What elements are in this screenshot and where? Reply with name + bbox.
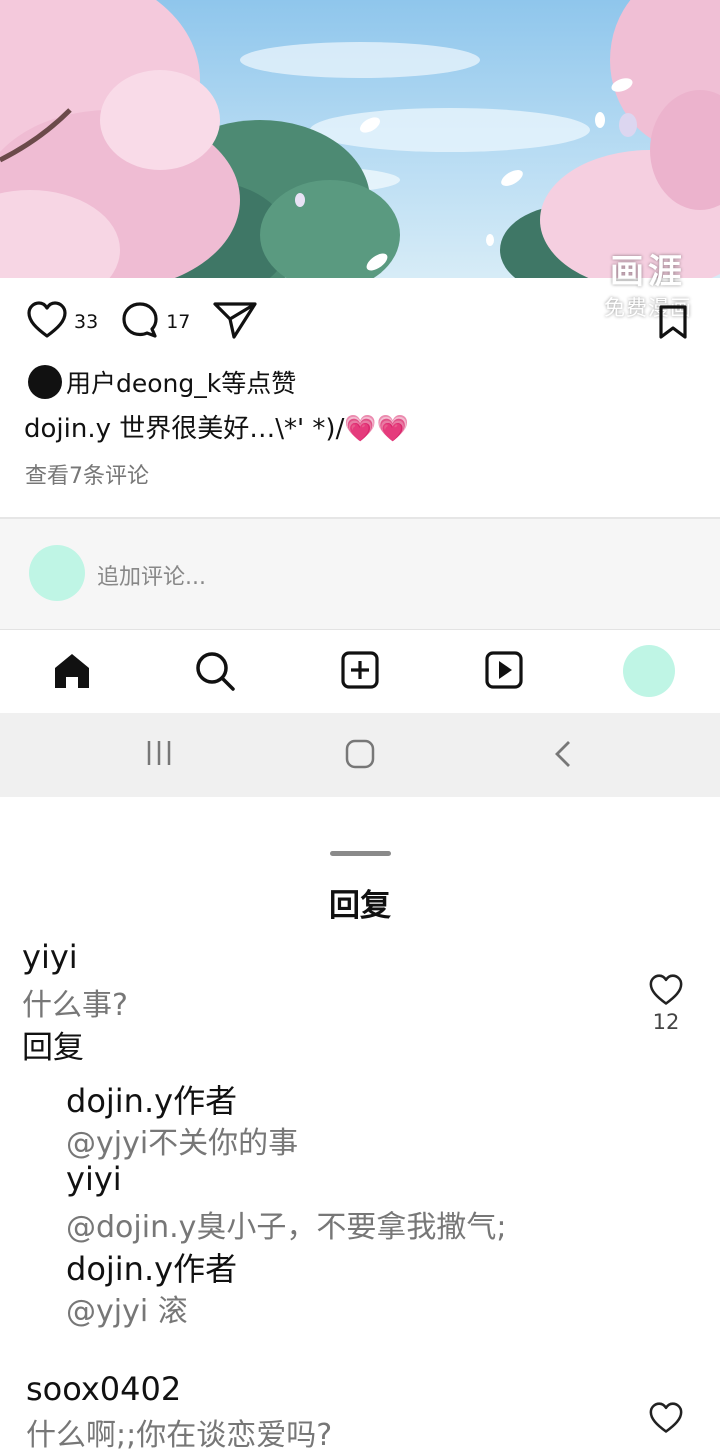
- sheet-title: 回复: [329, 888, 391, 924]
- comment-count: 17: [166, 311, 191, 333]
- comment-group: 17: [120, 300, 190, 344]
- comment-like: [636, 1402, 696, 1438]
- reply-text: @yjyi 滚: [66, 1294, 188, 1329]
- heart-icon[interactable]: [648, 1402, 684, 1438]
- comment-input-bar[interactable]: 追加评论...: [0, 519, 720, 629]
- comment-like: 12: [636, 974, 696, 1034]
- watermark-logo: 画涯: [610, 252, 686, 292]
- back-icon[interactable]: [553, 739, 573, 773]
- bookmark-icon[interactable]: [656, 304, 690, 344]
- post-image[interactable]: [0, 0, 720, 278]
- like-count: 33: [74, 311, 99, 333]
- reply-text: @dojin.y臭小子，不要拿我撒气;: [66, 1210, 507, 1245]
- comment-text: 什么事?: [22, 988, 128, 1023]
- recent-apps-icon[interactable]: [145, 739, 173, 771]
- system-navigation-bar: [0, 713, 720, 797]
- reply-username[interactable]: dojin.y作者: [66, 1076, 237, 1122]
- add-post-icon[interactable]: [340, 650, 380, 694]
- sheet-drag-handle[interactable]: [330, 851, 391, 856]
- reply-text: @yjyi不关你的事: [66, 1126, 299, 1161]
- reply-username[interactable]: dojin.y作者: [66, 1244, 237, 1290]
- comment-username[interactable]: yiyi: [22, 938, 78, 976]
- post-actions: 33 17: [26, 298, 280, 346]
- share-group: [212, 300, 258, 344]
- search-icon[interactable]: [194, 650, 236, 696]
- liker-avatar: [28, 365, 62, 399]
- like-group: 33: [26, 301, 98, 343]
- reels-icon[interactable]: [484, 650, 524, 694]
- avatar: [29, 545, 85, 601]
- home-button-icon[interactable]: [345, 739, 375, 773]
- heart-icon[interactable]: [26, 301, 68, 343]
- caption-hearts: 💗💗: [344, 414, 410, 444]
- post-caption: dojin.y 世界很美好…\*' *)/💗💗: [24, 408, 409, 445]
- profile-avatar[interactable]: [623, 645, 675, 697]
- view-comments-link[interactable]: 查看7条评论: [25, 458, 149, 490]
- liked-by-line[interactable]: 用户deong_k等点赞: [28, 364, 296, 400]
- cherry-blossom-illustration: [0, 0, 720, 278]
- heart-icon[interactable]: [648, 974, 684, 1010]
- comment-text: 什么啊;;你在谈恋爱吗?: [26, 1418, 333, 1453]
- comment-like-count: 12: [652, 1010, 680, 1034]
- liked-by-text: 用户deong_k等点赞: [66, 369, 297, 398]
- comment-input[interactable]: 追加评论...: [97, 559, 206, 591]
- comment-icon[interactable]: [120, 300, 160, 344]
- reply-username[interactable]: yiyi: [66, 1160, 122, 1198]
- reply-button[interactable]: 回复: [22, 1022, 84, 1067]
- home-icon[interactable]: [52, 650, 92, 694]
- bottom-tab-bar: [0, 630, 720, 713]
- comment-username[interactable]: soox0402: [26, 1370, 181, 1408]
- caption-text: dojin.y 世界很美好…\*' *)/: [24, 414, 345, 444]
- send-icon[interactable]: [212, 300, 258, 344]
